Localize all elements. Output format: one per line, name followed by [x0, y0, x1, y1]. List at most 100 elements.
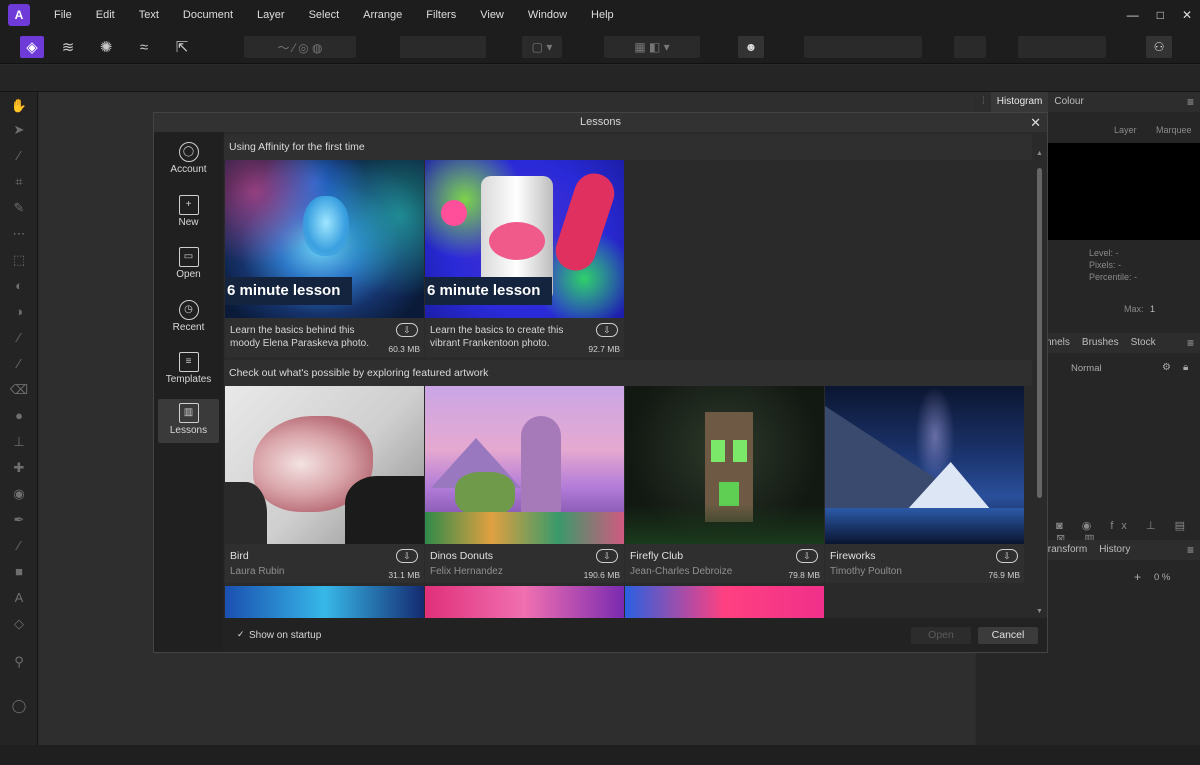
artwork-thumbnail[interactable] [425, 386, 624, 544]
close-icon[interactable]: ✕ [1030, 114, 1041, 131]
content-scrollbar[interactable]: ▲ ▼ [1036, 150, 1043, 618]
menu-edit[interactable]: Edit [84, 9, 127, 21]
blur-brush-icon[interactable]: ● [9, 406, 29, 426]
gear-icon[interactable]: ⚙ [1162, 362, 1171, 373]
checkmark-icon[interactable]: ✓ [237, 630, 246, 639]
menu-select[interactable]: Select [297, 9, 352, 21]
foreground-color-icon[interactable]: ■ [9, 562, 29, 582]
open-button[interactable]: Open [911, 627, 971, 644]
shape-tool-icon[interactable]: ◇ [9, 614, 29, 634]
flood-fill-icon[interactable]: ◐ [9, 276, 29, 296]
menu-view[interactable]: View [468, 9, 516, 21]
artwork-card[interactable]: Firefly Club Jean-Charles Debroize ⇩ 79.… [625, 386, 824, 583]
account-icon[interactable]: ⚇ [1146, 36, 1172, 58]
download-icon[interactable]: ⇩ [596, 323, 618, 337]
layer-checkbox-label[interactable]: Layer [1114, 125, 1137, 135]
menu-filters[interactable]: Filters [414, 9, 468, 21]
lock-icon[interactable]: 🔒︎ [1183, 362, 1188, 373]
zoom-tool-icon[interactable]: ⚲ [9, 652, 29, 672]
nav-account[interactable]: ◯ Account [158, 138, 219, 182]
menu-window[interactable]: Window [516, 9, 579, 21]
menu-file[interactable]: File [42, 9, 84, 21]
nav-open[interactable]: ▭ Open [158, 243, 219, 287]
download-icon[interactable]: ⇩ [396, 323, 418, 337]
cancel-button[interactable]: Cancel [978, 627, 1038, 644]
tab-brushes[interactable]: Brushes [1076, 333, 1125, 353]
view-tool-icon[interactable]: ✋ [9, 96, 29, 116]
color-picker-icon[interactable]: ⁄ [9, 536, 29, 556]
pen-tool-icon[interactable]: ✒ [9, 510, 29, 530]
artwork-thumbnail[interactable] [825, 386, 1024, 544]
artwork-thumbnail[interactable] [625, 386, 824, 544]
artistic-text-icon[interactable]: A [9, 588, 29, 608]
artwork-card[interactable]: Fireworks Timothy Poulton ⇩ 76.9 MB [825, 386, 1024, 583]
scroll-up-icon[interactable]: ▲ [1036, 150, 1043, 157]
maximize-icon[interactable]: □ [1157, 8, 1164, 22]
tool-group-2[interactable] [400, 36, 486, 58]
arrange-group[interactable] [804, 36, 922, 58]
develop-persona-icon[interactable]: ✺ [94, 36, 118, 58]
color-picker-tool-icon[interactable]: ⁄ [9, 146, 29, 166]
tab-colour[interactable]: Colour [1048, 92, 1089, 112]
tool-group-1[interactable]: 〜 ⁄ ◎ ◍ [244, 36, 356, 58]
download-icon[interactable]: ⇩ [796, 549, 818, 563]
healing-brush-icon[interactable]: ✚ [9, 458, 29, 478]
move-tool-icon[interactable]: ➤ [9, 120, 29, 140]
download-icon[interactable]: ⇩ [396, 549, 418, 563]
color-circles-icon[interactable]: ◯ [9, 696, 29, 716]
menu-layer[interactable]: Layer [245, 9, 297, 21]
artwork-thumbnail-partial[interactable] [425, 586, 624, 618]
nav-recent[interactable]: ◷ Recent [158, 296, 219, 340]
nav-lessons[interactable]: ▥ Lessons [158, 399, 219, 443]
selection-brush-icon[interactable]: ✎ [9, 198, 29, 218]
marquee-tool-icon[interactable]: ⬚ [9, 250, 29, 270]
red-eye-icon[interactable]: ◉ [9, 484, 29, 504]
lesson-card[interactable]: 6 minute lesson Learn the basics behind … [225, 160, 424, 357]
artwork-thumbnail-partial[interactable] [225, 586, 424, 618]
panel-grip-icon[interactable]: ⁞ [976, 92, 991, 112]
clone-brush-icon[interactable]: ⊥ [9, 432, 29, 452]
nav-templates[interactable]: ≡ Templates [158, 348, 219, 392]
tab-stock[interactable]: Stock [1125, 333, 1162, 353]
artwork-card[interactable]: Dinos Donuts Felix Hernandez ⇩ 190.6 MB [425, 386, 624, 583]
paint-brush-icon[interactable]: ⁄ [9, 328, 29, 348]
marquee-checkbox-label[interactable]: Marquee [1156, 125, 1192, 135]
lesson-thumbnail[interactable]: 6 minute lesson [425, 160, 624, 318]
scroll-down-icon[interactable]: ▼ [1036, 608, 1043, 615]
add-icon[interactable]: + [1134, 570, 1141, 584]
minimize-icon[interactable]: — [1127, 8, 1139, 22]
close-window-icon[interactable]: ✕ [1182, 8, 1192, 22]
artwork-thumbnail-partial[interactable] [625, 586, 824, 618]
liquify-persona-icon[interactable]: ≋ [56, 36, 80, 58]
menu-document[interactable]: Document [171, 9, 245, 21]
panel-menu-icon[interactable]: ≡ [1187, 336, 1194, 350]
panel-menu-icon[interactable]: ≡ [1187, 95, 1194, 109]
tab-histogram[interactable]: Histogram [990, 92, 1049, 112]
panel-menu-icon[interactable]: ≡ [1187, 543, 1194, 557]
artwork-card[interactable]: Bird Laura Rubin ⇩ 31.1 MB [225, 386, 424, 583]
assistant-icon[interactable]: ☻ [738, 36, 764, 58]
artwork-thumbnail[interactable] [225, 386, 424, 544]
download-icon[interactable]: ⇩ [996, 549, 1018, 563]
crop-tool-icon[interactable]: ⌗ [9, 172, 29, 192]
view-group[interactable]: ▦ ◧ ▾ [604, 36, 700, 58]
max-value[interactable]: 1 [1150, 304, 1155, 314]
erase-brush-icon[interactable]: ⌫ [9, 380, 29, 400]
snapping-button[interactable] [954, 36, 986, 58]
export-persona-icon[interactable]: ⇱ [170, 36, 194, 58]
menu-arrange[interactable]: Arrange [351, 9, 414, 21]
menu-help[interactable]: Help [579, 9, 626, 21]
download-icon[interactable]: ⇩ [596, 549, 618, 563]
scrollbar-thumb[interactable] [1037, 168, 1042, 498]
selection-mode-dropdown[interactable]: ▢ ▾ [522, 36, 562, 58]
menu-text[interactable]: Text [127, 9, 171, 21]
lesson-card[interactable]: 6 minute lesson Learn the basics to crea… [425, 160, 624, 357]
tone-mapping-persona-icon[interactable]: ≈ [132, 36, 156, 58]
show-on-startup-label[interactable]: Show on startup [249, 630, 321, 641]
photo-persona-icon[interactable]: ◈ [20, 36, 44, 58]
quick-mask-group[interactable] [1018, 36, 1106, 58]
flood-select-icon[interactable]: ⋯ [9, 224, 29, 244]
blend-mode-dropdown[interactable]: Normal [1071, 363, 1102, 374]
lesson-thumbnail[interactable]: 6 minute lesson [225, 160, 424, 318]
dodge-brush-icon[interactable]: ⁄ [9, 354, 29, 374]
